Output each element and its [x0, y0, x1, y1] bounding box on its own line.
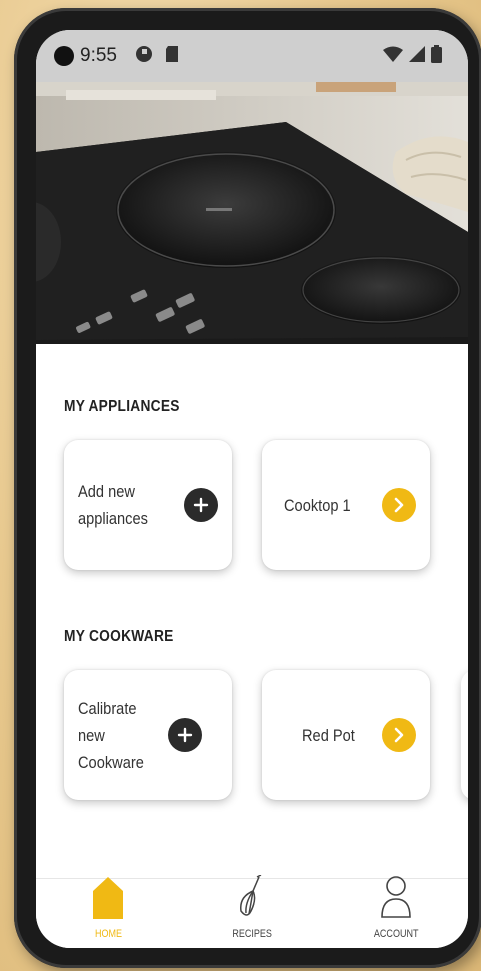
calibrate-cookware-card[interactable]: Calibrate new Cookware [64, 670, 232, 800]
chevron-right-icon[interactable] [382, 718, 416, 752]
status-right-icons [383, 44, 442, 68]
person-icon [380, 875, 412, 924]
hero-image [36, 82, 468, 344]
nav-item-home[interactable]: HOME [36, 877, 180, 948]
nav-item-recipes[interactable]: RECIPES [180, 874, 324, 948]
battery-icon [431, 44, 442, 68]
bottom-navigation: HOME RECIPES ACCOUNT [36, 874, 468, 948]
cookware-section-title: MY COOKWARE [64, 628, 174, 645]
front-camera [54, 46, 74, 66]
appliance-label: Cooktop 1 [284, 495, 351, 515]
add-appliance-card[interactable]: Add new appliances [64, 440, 232, 570]
plus-icon[interactable] [168, 718, 202, 752]
nav-label-recipes: RECIPES [232, 928, 272, 940]
status-time: 9:55 [80, 45, 117, 66]
phone-frame: 9:55 MY APPLIANCES Add new appliances Co… [14, 8, 481, 968]
home-icon [93, 877, 123, 924]
sd-card-icon [165, 45, 179, 68]
appliance-card-cooktop-1[interactable]: Cooktop 1 [262, 440, 430, 570]
nav-label-account: ACCOUNT [373, 928, 419, 940]
app-screen: 9:55 MY APPLIANCES Add new appliances Co… [36, 30, 468, 948]
appliances-section-title: MY APPLIANCES [64, 398, 180, 415]
nav-item-account[interactable]: ACCOUNT [324, 876, 468, 948]
calibrate-cookware-label: Calibrate new Cookware [78, 698, 144, 772]
nav-label-home: HOME [94, 928, 122, 940]
wifi-icon [383, 46, 403, 67]
plus-icon[interactable] [184, 488, 218, 522]
cell-signal-icon [409, 45, 425, 67]
home-content: MY APPLIANCES Add new appliances Cooktop… [36, 344, 468, 878]
cooktop-photo [36, 82, 468, 344]
status-bar: 9:55 [36, 30, 468, 82]
whisk-icon [235, 874, 269, 924]
chevron-right-icon[interactable] [382, 488, 416, 522]
cookware-card-red-pot[interactable]: Red Pot [262, 670, 430, 800]
app-notification-icon [135, 45, 153, 68]
cookware-label: Red Pot [302, 725, 355, 745]
add-appliance-label: Add new appliances [78, 482, 148, 528]
next-cookware-card-peek[interactable] [461, 670, 468, 800]
